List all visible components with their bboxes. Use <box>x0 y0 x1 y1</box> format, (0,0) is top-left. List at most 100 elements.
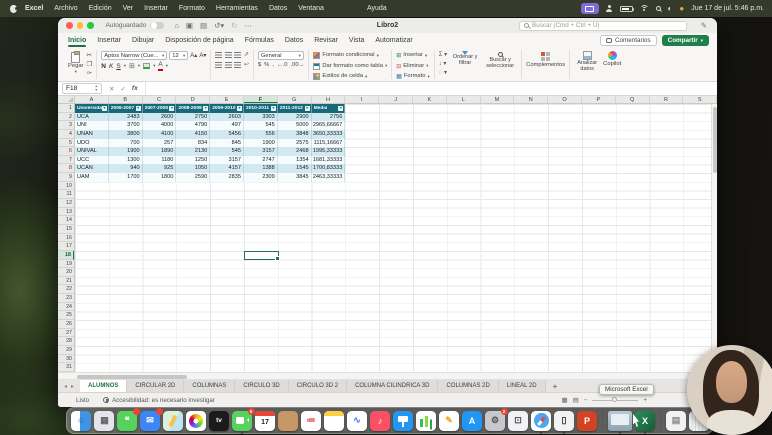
column-header-D[interactable]: D <box>176 96 211 103</box>
tab-datos[interactable]: Datos <box>285 35 303 46</box>
cut-icon[interactable]: ✂ <box>86 51 92 59</box>
table-header-universidad[interactable]: Universidad▾ <box>75 104 109 113</box>
autosave-toggle[interactable] <box>150 21 165 30</box>
cell-value[interactable]: 2603 <box>210 112 244 122</box>
column-header-K[interactable]: K <box>413 96 447 103</box>
row-header-23[interactable]: 23 <box>58 294 74 303</box>
menu-clock[interactable]: Jue 17 de jul. 5:46 p.m. <box>691 5 764 12</box>
dock-keynote-icon[interactable] <box>393 410 413 431</box>
menu-app-name[interactable]: Excel <box>25 5 43 12</box>
add-sheet-button[interactable]: + <box>546 380 565 392</box>
tab-dibujar[interactable]: Dibujar <box>132 35 154 46</box>
sheet-tab-columnas[interactable]: COLUMNAS <box>184 380 236 392</box>
dock-powerpoint-icon[interactable]: P <box>577 410 597 431</box>
percent-icon[interactable]: % <box>264 62 269 68</box>
filter-dropdown-icon[interactable]: ▾ <box>236 105 242 111</box>
cell-value[interactable]: 1250 <box>176 155 211 165</box>
column-header-R[interactable]: R <box>650 96 684 103</box>
format-painter-icon[interactable]: ✑ <box>86 69 92 77</box>
dock-numbers-icon[interactable] <box>416 410 436 431</box>
dock-facetime-icon[interactable]: 5 <box>232 408 255 434</box>
clear-icon[interactable]: ◌ ▾ <box>439 69 447 76</box>
redo-icon[interactable]: ↻ <box>231 21 237 30</box>
zoom-in-icon[interactable]: + <box>643 397 647 404</box>
borders-icon[interactable]: ⊞ <box>129 62 135 70</box>
filter-dropdown-icon[interactable]: ▾ <box>169 105 175 111</box>
cell-university[interactable]: UNIVAL <box>75 147 109 156</box>
dock-mail-icon[interactable]: ✉ <box>140 408 163 431</box>
row-header-21[interactable]: 21 <box>58 277 74 286</box>
row-header-11[interactable]: 11 <box>58 190 74 200</box>
column-header-C[interactable]: C <box>143 96 177 103</box>
sheet-tab-alumnos[interactable]: ALUMNOS <box>80 380 128 392</box>
comma-style-icon[interactable]: , <box>272 62 274 68</box>
analyze-data-button[interactable]: Analizar datos <box>574 51 600 73</box>
menu-formato[interactable]: Formato <box>179 5 205 12</box>
tab-inicio[interactable]: Inicio <box>68 35 87 47</box>
sort-filter-button[interactable]: Ordenar y filtrar <box>450 51 480 67</box>
cell-value[interactable]: 3303 <box>244 112 278 122</box>
minimize-button[interactable] <box>76 22 83 29</box>
cell-value[interactable]: 5000 <box>278 121 312 130</box>
insert-cells-button[interactable]: ⊞ Insertar ▾ <box>396 51 427 60</box>
horizontal-scroll-thumb[interactable] <box>77 374 187 379</box>
cell-value[interactable]: 3700 <box>109 121 143 130</box>
cell-value[interactable]: 2835 <box>210 173 244 182</box>
apple-menu-icon[interactable] <box>10 4 18 13</box>
dock-settings-icon[interactable]: ⚙ 2 <box>485 408 508 431</box>
dock-maps-icon[interactable] <box>163 410 183 431</box>
zoom-slider-knob[interactable] <box>612 397 618 402</box>
cell-university[interactable]: UNI <box>75 121 109 130</box>
cell-value[interactable]: 834 <box>176 138 211 148</box>
sheet-tab-circular-2d[interactable]: CIRCULAR 2D <box>127 380 185 392</box>
row-header-4[interactable]: 4 <box>58 130 74 139</box>
cell-value[interactable]: 3845 <box>278 173 312 182</box>
cell-value[interactable]: 3650,33333 <box>312 129 346 139</box>
cell-value[interactable]: 3157 <box>210 155 244 165</box>
decrease-decimal-icon[interactable]: .00→ <box>291 62 305 68</box>
cell-value[interactable]: 2590 <box>176 173 211 182</box>
cell-value[interactable]: 1900 <box>109 147 143 156</box>
cell-value[interactable]: 1900 <box>244 138 278 148</box>
align-middle-icon[interactable] <box>224 52 232 58</box>
align-left-icon[interactable] <box>215 62 223 68</box>
dock-tv-icon[interactable]: tv <box>209 410 229 431</box>
underline-button[interactable]: S <box>116 63 120 70</box>
spotlight-search-icon[interactable] <box>655 6 661 11</box>
dock-shared-window-icon[interactable] <box>608 410 632 434</box>
row-header-27[interactable]: 27 <box>58 329 74 338</box>
column-header-A[interactable]: A <box>75 96 109 103</box>
cell-value[interactable]: 2747 <box>244 155 278 165</box>
dock-freeform-icon[interactable]: ∿ <box>347 410 367 431</box>
currency-icon[interactable]: $ <box>258 62 261 68</box>
column-header-S[interactable]: S <box>683 96 718 103</box>
filter-dropdown-icon[interactable]: ▾ <box>101 105 107 111</box>
siri-icon[interactable]: ● <box>679 4 684 13</box>
select-all-corner[interactable] <box>58 96 75 104</box>
row-header-17[interactable]: 17 <box>58 242 74 251</box>
dock-notes-icon[interactable] <box>324 410 344 431</box>
fill-color-icon[interactable] <box>143 63 151 70</box>
column-header-H[interactable]: H <box>312 96 346 103</box>
cancel-entry-icon[interactable]: ✕ <box>109 85 114 93</box>
orientation-icon[interactable]: ⇗ <box>244 51 249 58</box>
next-sheet-icon[interactable]: ▸ <box>71 383 74 390</box>
wifi-icon[interactable] <box>639 5 649 12</box>
table-header-2010-2011[interactable]: 2010-2011 ▾ <box>244 104 278 113</box>
menu-archivo[interactable]: Archivo <box>54 5 77 12</box>
cell-university[interactable]: UCC <box>75 155 109 165</box>
name-box[interactable]: F18 ▲ ▼ <box>62 83 102 94</box>
cell-value[interactable]: 2900 <box>278 112 312 122</box>
row-header-9[interactable]: 9 <box>58 173 74 182</box>
name-box-stepper[interactable]: ▲ ▼ <box>95 84 98 92</box>
row-header-31[interactable]: 31 <box>58 363 74 372</box>
home-icon[interactable]: ⌂ <box>174 21 179 30</box>
row-header-7[interactable]: 7 <box>58 156 74 165</box>
table-header-2009-2010[interactable]: 2009-2010 ▾ <box>210 104 244 113</box>
table-header-2006-2007[interactable]: 2006-2007 ▾ <box>109 104 143 113</box>
undo-icon[interactable]: ↺▾ <box>214 21 224 30</box>
row-header-14[interactable]: 14 <box>58 216 74 225</box>
cell-value[interactable]: 556 <box>244 129 278 139</box>
dock-iphone-mirroring-icon[interactable]: ▯ <box>554 410 574 434</box>
tab-insertar[interactable]: Insertar <box>97 35 121 46</box>
